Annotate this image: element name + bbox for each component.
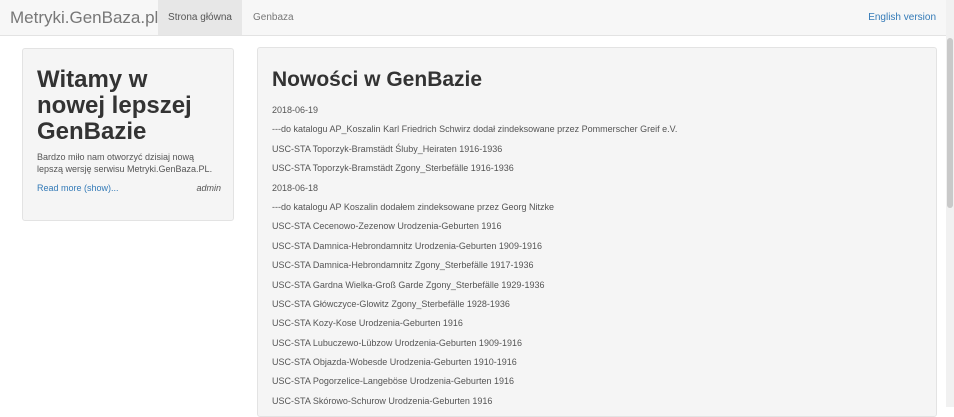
vertical-scrollbar[interactable] (946, 0, 954, 407)
top-navbar: Metryki.GenBaza.pl Strona główna Genbaza… (0, 0, 954, 36)
news-item: USC-STA Objazda-Wobesde Urodzenia-Geburt… (272, 357, 517, 368)
news-item: USC-STA Toporzyk-Bramstädt Zgony_Sterbef… (272, 163, 514, 174)
news-item: USC-STA Skórowo-Schurow Urodzenia-Geburt… (272, 395, 493, 406)
news-list: 2018-06-19 ---do katalogu AP_Koszalin Ka… (272, 101, 922, 411)
tab-strona-glowna[interactable]: Strona główna (158, 0, 242, 35)
news-date: 2018-06-18 (272, 182, 319, 193)
brand-link[interactable]: Metryki.GenBaza.pl (10, 8, 158, 28)
read-more-link[interactable]: Read more (show)... (37, 183, 119, 193)
news-item: USC-STA Cecenowo-Zezenow Urodzenia-Gebur… (272, 221, 502, 232)
news-item: USC-STA Toporzyk-Bramstädt Śluby_Heirate… (272, 143, 503, 154)
welcome-meta: Read more (show)... admin (37, 183, 221, 197)
news-item: USC-STA Lubuczewo-Lübzow Urodzenia-Gebur… (272, 337, 522, 348)
welcome-panel: Witamy w nowej lepszej GenBazie Bardzo m… (22, 48, 234, 221)
author-label: admin (196, 183, 221, 193)
news-title: Nowości w GenBazie (272, 68, 483, 91)
news-date: 2018-06-19 (272, 105, 319, 115)
news-item: USC-STA Damnica-Hebrondamnitz Urodzenia-… (272, 240, 542, 251)
welcome-title: Witamy w nowej lepszej GenBazie (37, 66, 192, 145)
english-version-link[interactable]: English version (868, 0, 936, 35)
news-item: USC-STA Damnica-Hebrondamnitz Zgony_Ster… (272, 260, 534, 271)
news-panel: Nowości w GenBazie 2018-06-19 ---do kata… (257, 47, 937, 417)
news-item: USC-STA Kozy-Kose Urodzenia-Geburten 191… (272, 318, 463, 329)
news-item: USC-STA Gardna Wielka-Groß Garde Zgony_S… (272, 279, 545, 290)
scrollbar-thumb[interactable] (947, 38, 953, 208)
welcome-body: Bardzo miło nam otworzyć dzisiaj nową le… (37, 152, 213, 174)
news-item: USC-STA Główczyce-Glowitz Zgony_Sterbefä… (272, 298, 510, 309)
news-item: ---do katalogu AP_Koszalin Karl Friedric… (272, 124, 678, 135)
news-item: ---do katalogu AP Koszalin dodałem zinde… (272, 201, 554, 212)
tab-genbaza[interactable]: Genbaza (243, 0, 304, 35)
news-item: USC-STA Pogorzelice-Langeböse Urodzenia-… (272, 376, 514, 387)
